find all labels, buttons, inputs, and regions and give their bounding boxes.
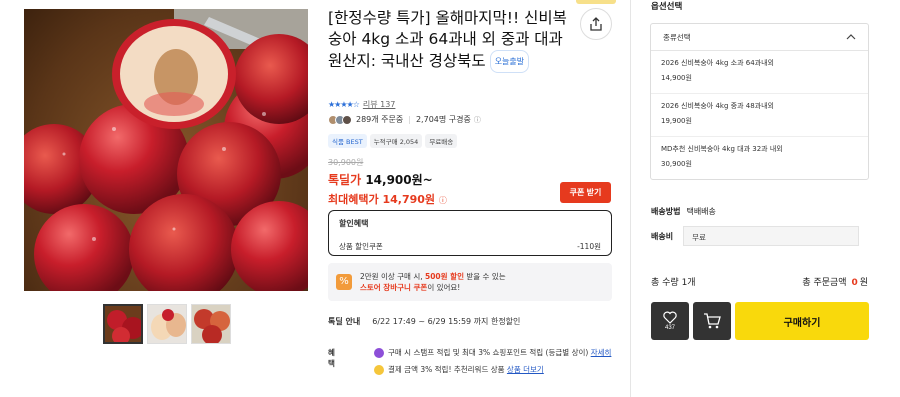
option-section-title: 옵션선택	[651, 2, 683, 12]
promo-highlight-1: 500원 할인	[425, 272, 464, 281]
deal-info-value: 6/22 17:49 ~ 6/29 15:59 까지 한정할인	[372, 317, 521, 326]
share-button[interactable]	[580, 8, 612, 40]
deal-info-label: 톡딜 안내	[328, 317, 361, 326]
benefit-label: 혜택	[328, 348, 335, 368]
option-dropdown-header[interactable]: 종류선택	[651, 24, 868, 51]
deal-price-row: 톡딜가 14,900원~	[328, 171, 433, 188]
reward-coin-icon	[374, 365, 384, 375]
product-page: [한정수량 특가] 올해마지막!! 신비복숭아 4kg 소과 64과내 외 중과…	[0, 0, 900, 397]
benefit-item-stamp: 구매 시 스탬프 적립 및 최대 3% 쇼핑포인트 적립 (등급별 상이) 자세…	[374, 347, 614, 358]
deal-price-label: 톡딜가	[328, 173, 362, 187]
option-name: MD추천 신비복숭아 4kg 대과 32과 내외	[661, 145, 783, 153]
rating-row: ★★★★☆ 리뷰 137	[328, 99, 395, 110]
benefit-list: 구매 시 스탬프 적립 및 최대 3% 쇼핑포인트 적립 (등급별 상이) 자세…	[374, 347, 614, 381]
chevron-up-icon	[846, 34, 856, 40]
product-tags: 식품 BEST 누적구매 2,054 무료배송	[328, 134, 458, 148]
benefit-1-text: 구매 시 스탬프 적립 및 최대 3% 쇼핑포인트 적립 (등급별 상이)	[388, 348, 589, 357]
option-item[interactable]: 2026 신비복숭아 4kg 중과 48과내외 19,900원	[651, 94, 868, 137]
benefit-2-text: 결제 금액 3% 적립! 추천리워드 상품	[388, 365, 505, 374]
shipping-fee-field: 무료	[683, 226, 860, 246]
stamp-icon	[374, 348, 384, 358]
discount-row-label: 상품 할인쿠폰	[339, 242, 383, 251]
share-icon	[590, 17, 602, 31]
total-amount-unit: 원	[859, 278, 868, 288]
option-name: 2026 신비복숭아 4kg 소과 64과내외	[661, 59, 774, 67]
divider: |	[408, 115, 411, 124]
buy-button[interactable]: 구매하기	[735, 302, 869, 340]
shipping-method-value: 택배배송	[686, 207, 716, 216]
total-quantity-label: 총 수량	[651, 278, 679, 288]
star-rating-icon: ★★★★☆	[328, 100, 360, 109]
benefit-item-reward: 결제 금액 3% 적립! 추천리워드 상품 상품 더보기	[374, 364, 614, 375]
total-amount-value: 0	[851, 278, 858, 288]
total-amount: 총 주문금액 0원	[802, 275, 868, 288]
original-price: 30,900원	[328, 158, 364, 167]
thumbnail-2[interactable]	[147, 304, 187, 344]
wishlist-count: 437	[664, 325, 675, 331]
option-dropdown-label: 종류선택	[663, 32, 691, 42]
top-highlight-mark	[576, 0, 616, 4]
discount-heading: 할인혜택	[339, 219, 369, 228]
option-price: 30,900원	[661, 160, 692, 168]
promo-highlight-2: 스토어 장바구니 쿠폰	[360, 283, 428, 292]
deal-info-row: 톡딜 안내 6/22 17:49 ~ 6/29 15:59 까지 한정할인	[328, 316, 520, 327]
promo-text: 2만원 이상 구매 시, 500원 할인 받을 수 있는 스토어 장바구니 쿠폰…	[360, 271, 506, 293]
option-item[interactable]: MD추천 신비복숭아 4kg 대과 32과 내외 30,900원	[651, 137, 868, 179]
wishlist-button[interactable]: 437	[651, 302, 689, 340]
delivery-badge: 오늘출발	[489, 50, 530, 73]
orders-count: 289개 주문중	[356, 115, 404, 124]
benefit-detail-link[interactable]: 자세히	[591, 348, 612, 357]
cart-icon	[704, 313, 721, 329]
product-origin: 원산지: 국내산 경상북도 오늘출발	[328, 50, 578, 73]
tag-free-shipping: 무료배송	[425, 134, 458, 148]
coupon-icon: %	[336, 274, 352, 290]
max-benefit-value: 14,790원	[382, 193, 436, 206]
option-price: 14,900원	[661, 74, 692, 82]
column-divider	[630, 0, 631, 397]
option-dropdown: 종류선택 2026 신비복숭아 4kg 소과 64과내외 14,900원 202…	[650, 23, 869, 180]
shipping-fee-row: 배송비 무료	[651, 226, 860, 246]
option-price: 19,900원	[661, 117, 692, 125]
discount-row-value: -110원	[577, 242, 601, 251]
shipping-method-row: 배송방법 택배배송	[651, 206, 716, 217]
total-quantity-value: 1개	[681, 278, 696, 288]
thumbnail-1[interactable]	[103, 304, 143, 344]
discount-box: 할인혜택 상품 할인쿠폰 -110원	[328, 210, 612, 256]
thumbnail-3[interactable]	[191, 304, 231, 344]
shipping-method-label: 배송방법	[651, 207, 681, 216]
product-main-image[interactable]	[24, 9, 308, 291]
origin-text: 원산지: 국내산 경상북도	[328, 52, 486, 70]
buyers-row: 289개 주문중 | 2,704명 구경중 ⓘ	[328, 114, 481, 125]
total-quantity: 총 수량 1개	[651, 275, 696, 288]
total-amount-label: 총 주문금액	[802, 278, 847, 288]
max-benefit-label: 최대혜택가	[328, 193, 379, 206]
shipping-fee-label: 배송비	[651, 231, 674, 241]
cart-coupon-banner[interactable]: % 2만원 이상 구매 시, 500원 할인 받을 수 있는 스토어 장바구니 …	[328, 263, 612, 301]
discount-row: 상품 할인쿠폰 -110원	[339, 241, 601, 252]
option-item[interactable]: 2026 신비복숭아 4kg 소과 64과내외 14,900원	[651, 51, 868, 94]
product-title: [한정수량 특가] 올해마지막!! 신비복숭아 4kg 소과 64과내 외 중과…	[328, 8, 578, 73]
promo-text-3: 이 있어요!	[427, 283, 461, 292]
tag-cumulative: 누적구매 2,054	[369, 134, 423, 148]
peaches-illustration	[24, 9, 308, 291]
product-title-text: [한정수량 특가] 올해마지막!! 신비복숭아 4kg 소과 64과내 외 중과…	[328, 9, 567, 48]
coupon-button[interactable]: 쿠폰 받기	[560, 182, 611, 203]
info-icon[interactable]: ⓘ	[474, 115, 481, 125]
max-benefit-info-icon[interactable]: ⓘ	[439, 196, 447, 205]
more-products-link[interactable]: 상품 더보기	[507, 365, 544, 374]
tag-best[interactable]: 식품 BEST	[328, 134, 367, 148]
viewers-count: 2,704명 구경중	[415, 115, 471, 124]
max-benefit-price-row: 최대혜택가 14,790원 ⓘ	[328, 191, 447, 207]
cart-button[interactable]	[693, 302, 731, 340]
review-link[interactable]: 리뷰 137	[363, 99, 396, 110]
deal-price-value: 14,900원~	[365, 173, 433, 187]
promo-text-2: 받을 수 있는	[463, 272, 506, 281]
heart-icon	[663, 311, 677, 324]
totals-row: 총 수량 1개 총 주문금액 0원	[651, 275, 868, 288]
option-name: 2026 신비복숭아 4kg 중과 48과내외	[661, 102, 774, 110]
promo-text-1: 2만원 이상 구매 시,	[360, 272, 425, 281]
thumbnail-strip	[103, 304, 231, 344]
buyer-avatars	[328, 114, 352, 125]
